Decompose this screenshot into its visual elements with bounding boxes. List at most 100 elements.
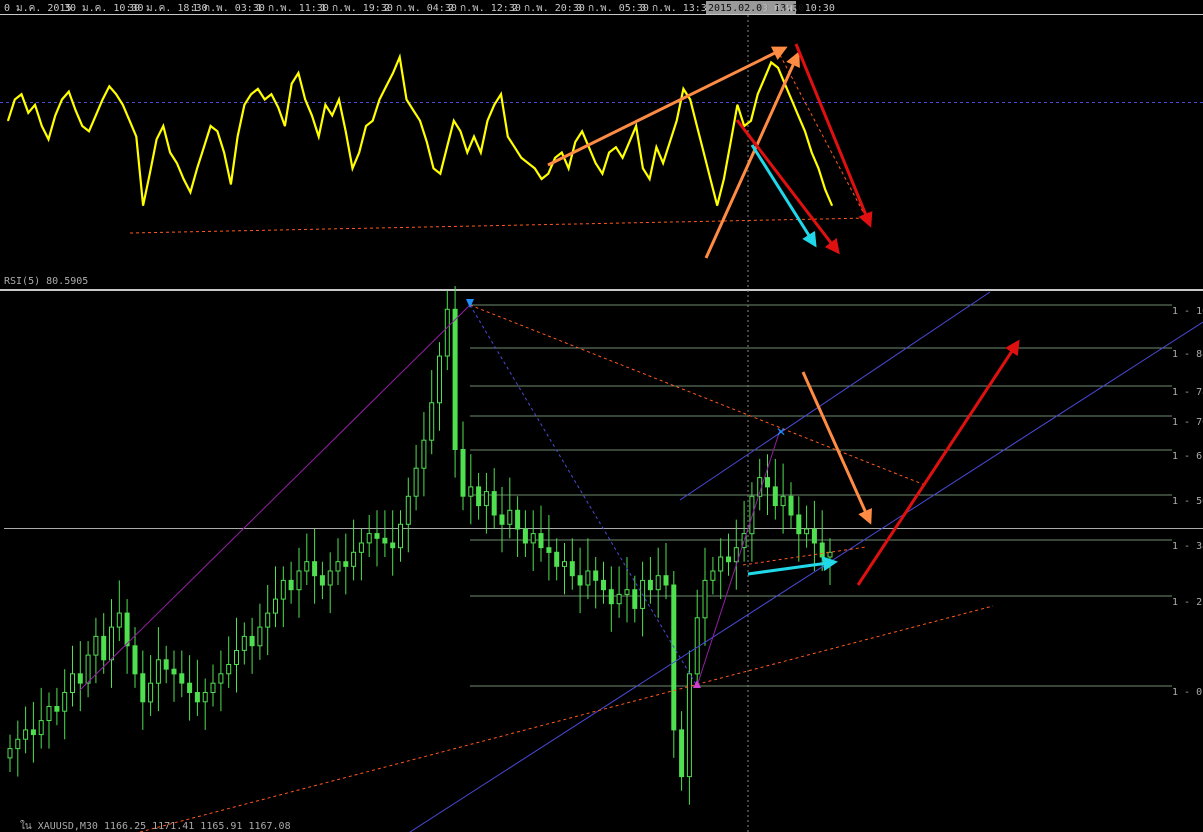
rsi-point (351, 167, 354, 169)
rsi-point (135, 136, 137, 138)
candle-body (101, 635, 107, 661)
rsi-point (480, 151, 482, 154)
rsi-point (358, 151, 360, 154)
time-label-12: 3 ก.พ. 10:30 (762, 3, 835, 14)
rsi-point (507, 136, 509, 138)
rsi-point (243, 104, 245, 106)
rsi-point (500, 93, 502, 95)
rsi-point (817, 167, 820, 169)
rsi-point (365, 125, 367, 127)
rsi-point (196, 167, 198, 169)
rsi-point (122, 104, 124, 106)
candle-body (538, 533, 544, 549)
rsi-point (527, 162, 529, 164)
candle-body (327, 570, 333, 586)
candle-body (358, 542, 364, 553)
candle-body (585, 570, 591, 586)
rsi-point (54, 114, 56, 116)
candle-body (351, 551, 357, 567)
candle-body (710, 570, 716, 581)
candle-body (335, 561, 341, 572)
rsi-point (831, 204, 833, 207)
candle-body (343, 561, 349, 567)
rsi-point (581, 130, 583, 132)
fibo-label-707: 1 - 70.7 (1172, 417, 1203, 428)
rsi-point (459, 130, 462, 132)
rsi-point (203, 146, 205, 148)
rsi-point (696, 125, 698, 127)
rsi-point (615, 146, 617, 148)
rsi-point (676, 120, 678, 122)
candle-body (421, 439, 427, 469)
candle-body (507, 509, 513, 525)
rsi-point (689, 98, 691, 101)
rsi-point (264, 98, 266, 101)
candle-body (546, 547, 552, 553)
candle-body (194, 692, 200, 703)
candle-body (515, 509, 521, 530)
candle-body (686, 673, 692, 778)
rsi-point (547, 173, 549, 175)
rsi-point (189, 191, 191, 193)
candle-body (804, 528, 810, 535)
candle-body (366, 533, 372, 544)
rsi-point (723, 178, 725, 180)
candle-body (179, 673, 185, 684)
candle-body (382, 537, 388, 544)
candle-body (663, 575, 669, 586)
rsi-point (642, 167, 644, 169)
rsi-point (102, 98, 104, 101)
rsi-point (649, 178, 651, 180)
time-label-4: 1 ก.พ. 11:30 (256, 3, 329, 14)
rsi-point (88, 130, 90, 132)
rsi-point (432, 167, 435, 169)
rsi-point (635, 125, 637, 127)
candle-body (218, 673, 224, 684)
rsi-point (385, 85, 387, 87)
chart: 0 ม.ค. 2015 30 ม.ค. 10:30 30 ม.ค. 18:30 … (0, 0, 1203, 832)
candle-body (499, 514, 505, 525)
candle-body (241, 635, 247, 651)
rsi-point (68, 91, 70, 93)
candle-body (163, 659, 169, 670)
candle-body (632, 589, 638, 609)
fibo-label-0: 1 - 0.0 (1172, 687, 1203, 698)
fibo-label-786: 1 - 78.6 (1172, 387, 1203, 398)
candle-body (77, 673, 83, 684)
rsi-point (297, 72, 299, 74)
candle-body (30, 729, 36, 736)
candle-body (671, 584, 677, 731)
candle-body (249, 635, 255, 647)
rsi-point (47, 138, 50, 140)
fibo-label-500: 1 - 50.0 (1172, 496, 1203, 507)
rsi-point (372, 120, 374, 122)
candle-body (429, 402, 435, 441)
rsi-point (716, 204, 718, 207)
rsi-point (439, 173, 441, 175)
rsi-point (237, 136, 239, 138)
candle-body (452, 308, 458, 450)
rsi-point (595, 162, 597, 164)
rsi-point (223, 151, 225, 154)
rsi-point (520, 157, 522, 159)
rsi-point (554, 157, 556, 159)
rsi-point (162, 125, 164, 127)
candle-body (398, 523, 403, 549)
rsi-point (20, 93, 23, 95)
candle-body (109, 626, 114, 661)
candle-body (616, 593, 622, 605)
candle-body (265, 612, 271, 628)
rsi-point (736, 104, 739, 106)
time-label-10: 3 ก.พ. 13:30 (640, 3, 713, 14)
candle-body (38, 720, 44, 736)
rsi-point (156, 138, 158, 140)
rsi-point (270, 93, 272, 95)
candle-body (374, 533, 380, 539)
candle-body (257, 626, 263, 647)
rsi-point (257, 88, 259, 90)
rsi-point (419, 120, 421, 122)
candle-body (62, 692, 68, 712)
candle-body (819, 542, 825, 558)
rsi-point (446, 146, 448, 148)
rsi-point (588, 146, 590, 148)
